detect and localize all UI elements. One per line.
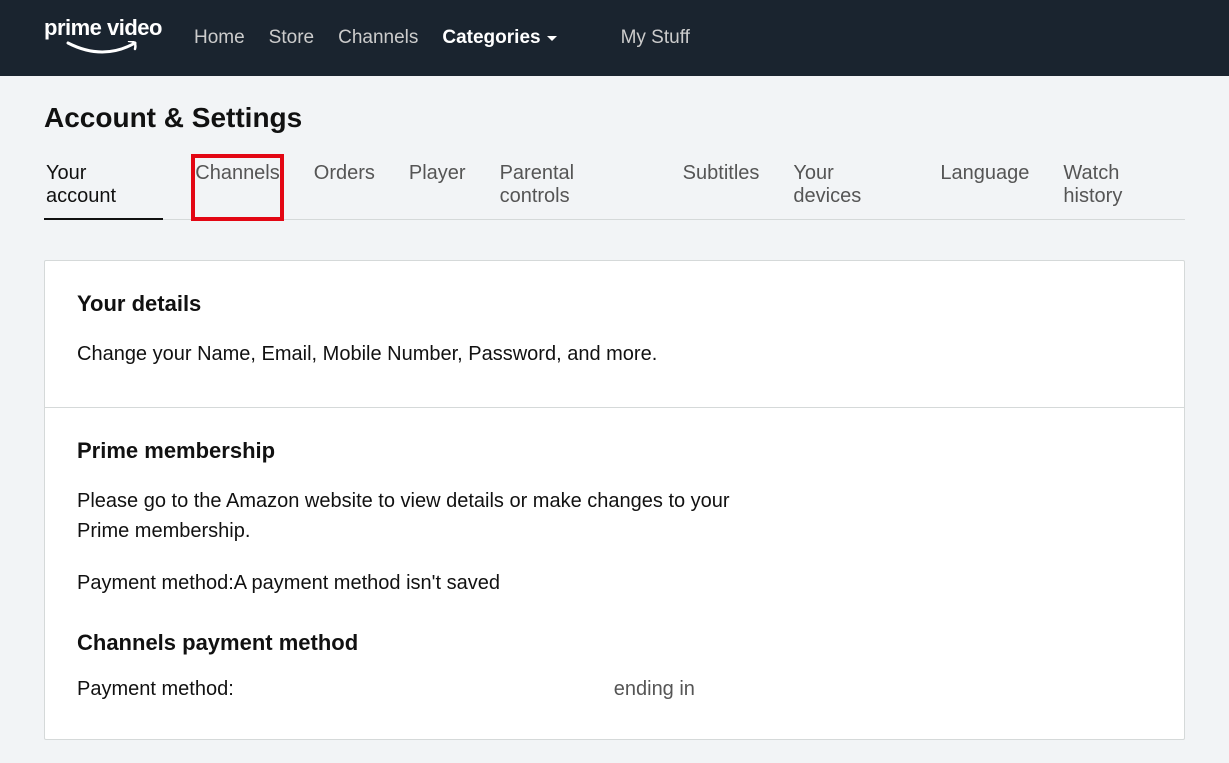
your-details-text: Change your Name, Email, Mobile Number, … bbox=[77, 339, 737, 369]
tab-watch-history[interactable]: Watch history bbox=[1061, 156, 1185, 219]
nav-categories[interactable]: Categories bbox=[442, 27, 556, 49]
tab-channels[interactable]: Channels bbox=[193, 156, 282, 219]
tab-subtitles[interactable]: Subtitles bbox=[681, 156, 762, 219]
settings-panel: Your details Change your Name, Email, Mo… bbox=[44, 260, 1185, 740]
section-prime-membership: Prime membership Please go to the Amazon… bbox=[45, 408, 1184, 739]
tab-parental-controls[interactable]: Parental controls bbox=[498, 156, 651, 219]
channels-payment-heading: Channels payment method bbox=[77, 630, 1152, 656]
channels-payment-value: ending in bbox=[614, 678, 695, 701]
tab-your-account[interactable]: Your account bbox=[44, 156, 163, 220]
nav-categories-label: Categories bbox=[442, 27, 540, 49]
nav-store[interactable]: Store bbox=[269, 27, 314, 49]
tab-your-devices[interactable]: Your devices bbox=[791, 156, 908, 219]
prime-payment-text: Payment method:A payment method isn't sa… bbox=[77, 568, 737, 598]
logo-text: prime video bbox=[44, 17, 162, 39]
amazon-smile-icon bbox=[63, 41, 143, 59]
tab-player[interactable]: Player bbox=[407, 156, 468, 219]
tab-orders[interactable]: Orders bbox=[312, 156, 377, 219]
top-nav: prime video Home Store Channels Categori… bbox=[0, 0, 1229, 76]
page-title: Account & Settings bbox=[44, 102, 1185, 134]
nav-home[interactable]: Home bbox=[194, 27, 245, 49]
your-details-heading: Your details bbox=[77, 291, 1152, 317]
settings-tabs: Your account Channels Orders Player Pare… bbox=[44, 156, 1185, 220]
prime-heading: Prime membership bbox=[77, 438, 1152, 464]
tab-language[interactable]: Language bbox=[938, 156, 1031, 219]
nav-channels[interactable]: Channels bbox=[338, 27, 418, 49]
channels-payment-label: Payment method: bbox=[77, 678, 234, 701]
channels-payment-row: Payment method: ending in bbox=[77, 678, 1152, 701]
page-content: Account & Settings Your account Channels… bbox=[0, 76, 1229, 740]
section-your-details[interactable]: Your details Change your Name, Email, Mo… bbox=[45, 261, 1184, 408]
nav-my-stuff[interactable]: My Stuff bbox=[621, 27, 690, 49]
prime-video-logo[interactable]: prime video bbox=[44, 17, 162, 59]
chevron-down-icon bbox=[547, 36, 557, 41]
prime-text: Please go to the Amazon website to view … bbox=[77, 486, 737, 546]
